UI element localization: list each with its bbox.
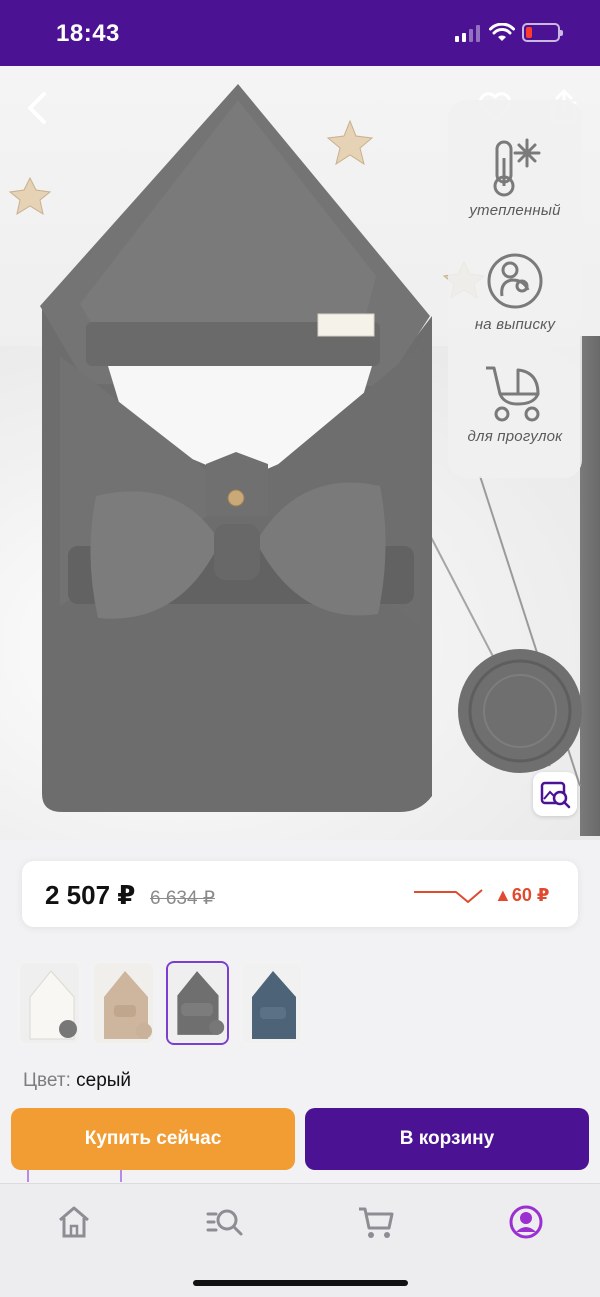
product-features-panel: утепленный на выписку для прогулок	[448, 100, 582, 478]
cart-icon[interactable]	[356, 1202, 396, 1242]
price-card[interactable]: 2 507 ₽ 6 634 ₽ ▲60 ₽	[22, 861, 578, 927]
color-info: Цвет: серый	[23, 1070, 131, 1092]
feature-label: для прогулок	[467, 428, 563, 445]
variant-thumb-beige[interactable]	[92, 961, 155, 1045]
cellular-signal-icon	[455, 25, 480, 42]
variant-image	[20, 963, 79, 1043]
status-time: 18:43	[56, 20, 120, 47]
profile-icon[interactable]	[506, 1202, 546, 1242]
feature-walks: для прогулок	[448, 360, 582, 445]
variant-thumb-white[interactable]	[18, 961, 81, 1045]
old-price: 6 634 ₽	[150, 888, 215, 909]
image-search-icon	[540, 781, 571, 809]
color-variants	[18, 961, 303, 1045]
variant-thumb-grey[interactable]	[166, 961, 229, 1045]
current-price: 2 507 ₽	[45, 880, 136, 910]
home-icon[interactable]	[54, 1202, 94, 1242]
variant-image	[242, 963, 301, 1043]
home-indicator	[193, 1280, 408, 1286]
stroller-icon	[486, 366, 540, 422]
feature-label: утепленный	[469, 202, 561, 219]
visual-search-button[interactable]	[533, 772, 577, 816]
variant-thumb-blue[interactable]	[240, 961, 303, 1045]
buy-now-button[interactable]: Купить сейчас	[11, 1108, 295, 1170]
battery-icon	[522, 23, 563, 42]
hidden-content-peek	[27, 1170, 122, 1182]
color-label: Цвет:	[23, 1070, 71, 1091]
feature-label: на выписку	[474, 316, 556, 333]
feature-discharge: на выписку	[448, 250, 582, 333]
status-bar: 18:43	[0, 0, 600, 66]
variant-image	[168, 963, 227, 1043]
product-image[interactable]: утепленный на выписку для прогулок	[0, 66, 600, 840]
mother-baby-icon	[487, 253, 543, 309]
price-history-graph[interactable]	[412, 882, 492, 908]
feature-insulated: утепленный	[448, 136, 582, 219]
price-change: ▲60 ₽	[494, 885, 550, 905]
snowflake-thermometer-icon	[493, 138, 541, 197]
catalog-search-icon[interactable]	[204, 1202, 244, 1242]
color-value: серый	[76, 1070, 132, 1091]
wifi-icon	[489, 23, 515, 41]
add-to-cart-button[interactable]: В корзину	[305, 1108, 589, 1170]
back-icon[interactable]	[22, 90, 52, 126]
variant-image	[94, 963, 153, 1043]
